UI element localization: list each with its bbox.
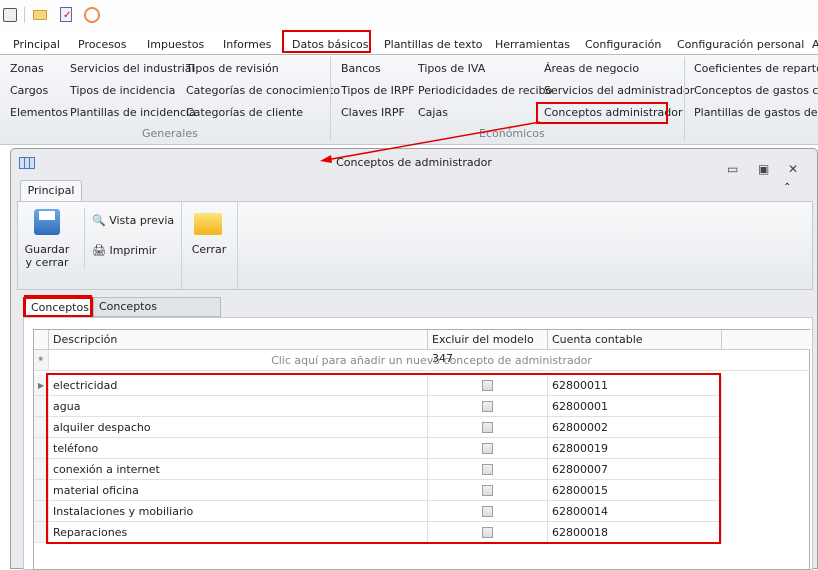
annotation-arrow [320,121,541,163]
